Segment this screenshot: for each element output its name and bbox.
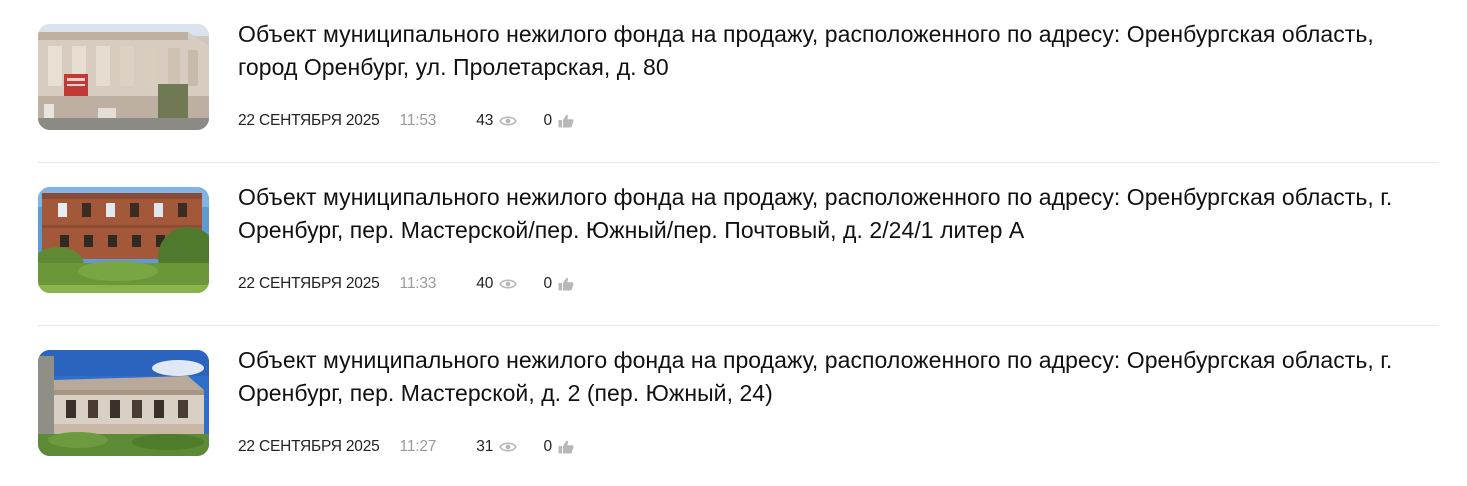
building-photo-image bbox=[38, 350, 209, 456]
news-item: Объект муниципального нежилого фонда на … bbox=[38, 0, 1438, 163]
likes-value: 0 bbox=[543, 275, 553, 292]
eye-icon bbox=[499, 278, 518, 290]
eye-icon bbox=[499, 441, 518, 453]
news-item: Объект муниципального нежилого фонда на … bbox=[38, 163, 1438, 326]
building-photo-image bbox=[38, 24, 209, 130]
likes-value: 0 bbox=[543, 438, 553, 455]
news-thumbnail[interactable] bbox=[38, 187, 209, 293]
news-item: Объект муниципального нежилого фонда на … bbox=[38, 326, 1438, 486]
likes-count: 0 bbox=[543, 275, 574, 293]
likes-count: 0 bbox=[543, 112, 574, 130]
thumbs-up-icon[interactable] bbox=[558, 277, 574, 291]
likes-count: 0 bbox=[543, 438, 574, 456]
views-count: 31 bbox=[476, 438, 518, 456]
news-title-link[interactable]: Объект муниципального нежилого фонда на … bbox=[238, 344, 1438, 409]
news-thumbnail[interactable] bbox=[38, 24, 209, 130]
news-time: 11:53 bbox=[399, 112, 437, 129]
thumbs-up-icon[interactable] bbox=[558, 440, 574, 454]
eye-icon bbox=[499, 115, 518, 127]
views-value: 31 bbox=[476, 438, 494, 455]
news-meta: 22 сентября 2025 11:33 40 0 bbox=[238, 273, 574, 295]
news-list: Объект муниципального нежилого фонда на … bbox=[0, 0, 1467, 486]
news-date: 22 сентября 2025 bbox=[238, 112, 380, 129]
news-title-link[interactable]: Объект муниципального нежилого фонда на … bbox=[238, 181, 1438, 246]
news-date: 22 сентября 2025 bbox=[238, 438, 380, 455]
views-count: 43 bbox=[476, 112, 518, 130]
news-time: 11:27 bbox=[399, 438, 437, 455]
views-count: 40 bbox=[476, 275, 518, 293]
likes-value: 0 bbox=[543, 112, 553, 129]
building-photo-image bbox=[38, 187, 209, 293]
news-date: 22 сентября 2025 bbox=[238, 275, 380, 292]
news-title-link[interactable]: Объект муниципального нежилого фонда на … bbox=[238, 18, 1438, 83]
views-value: 43 bbox=[476, 112, 494, 129]
views-value: 40 bbox=[476, 275, 494, 292]
news-meta: 22 сентября 2025 11:27 31 0 bbox=[238, 436, 574, 458]
news-thumbnail[interactable] bbox=[38, 350, 209, 456]
news-time: 11:33 bbox=[399, 275, 437, 292]
thumbs-up-icon[interactable] bbox=[558, 114, 574, 128]
news-meta: 22 сентября 2025 11:53 43 0 bbox=[238, 110, 574, 132]
